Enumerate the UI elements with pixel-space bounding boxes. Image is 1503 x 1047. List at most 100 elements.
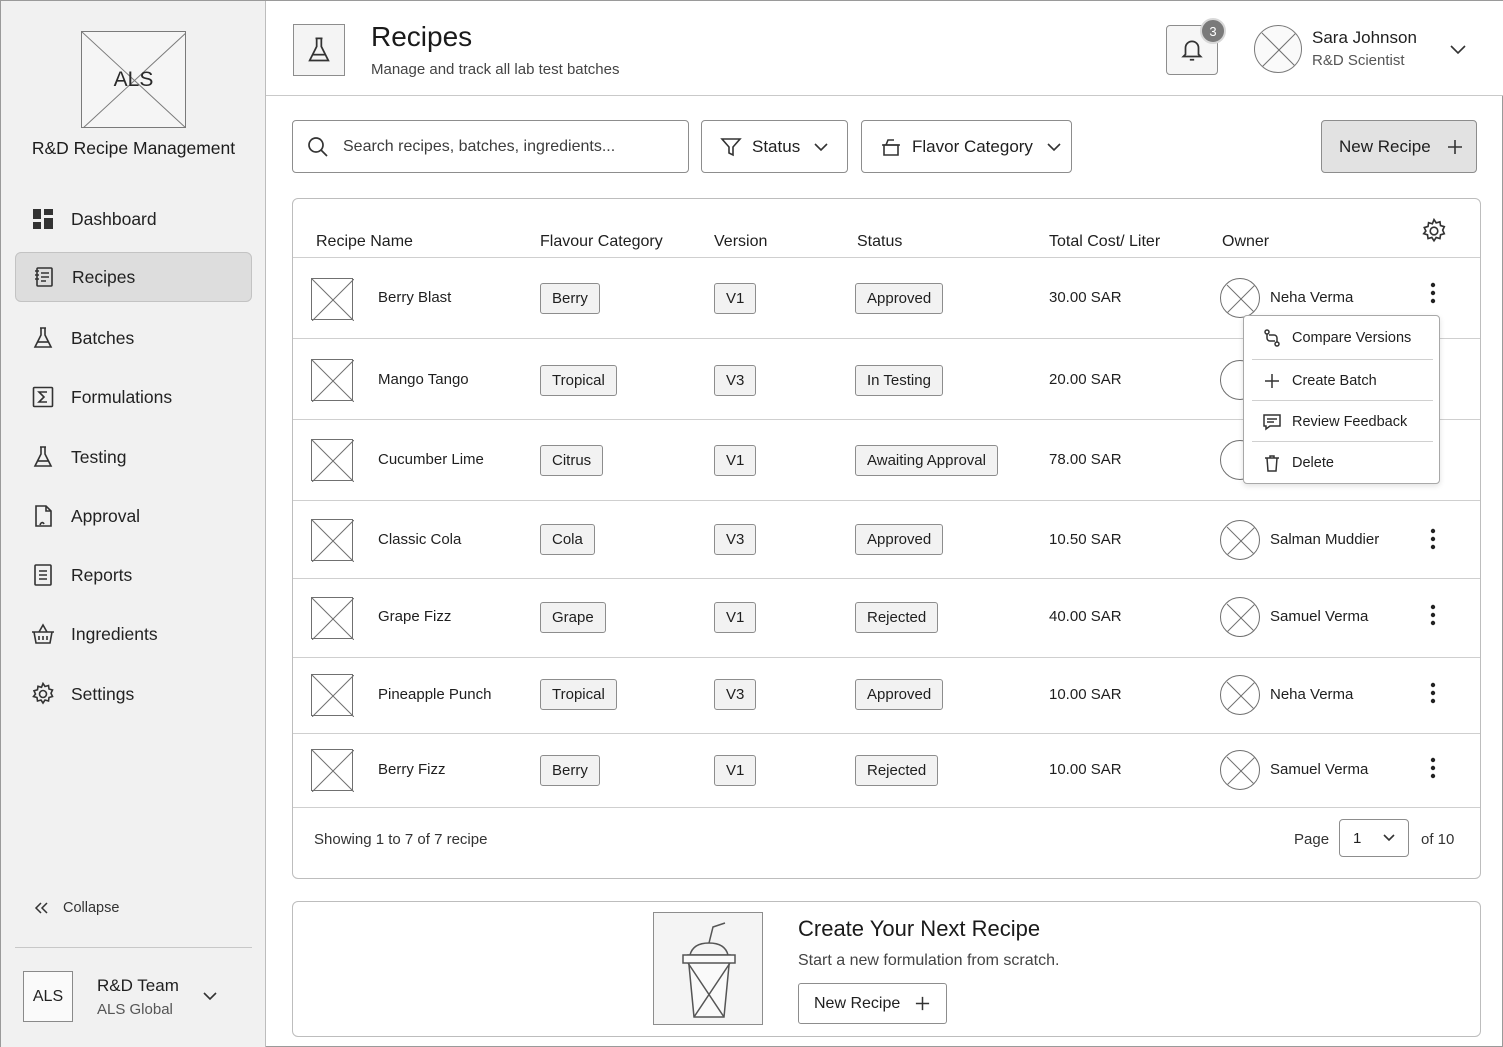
column-header-total-cost[interactable]: Total Cost/ Liter xyxy=(1049,233,1160,251)
menu-item-label: Compare Versions xyxy=(1292,330,1412,346)
avatar xyxy=(1220,278,1260,318)
menu-item-create-batch[interactable]: Create Batch xyxy=(1252,361,1433,401)
sidebar-item-reports[interactable]: Reports xyxy=(15,550,252,600)
page-label: Page xyxy=(1294,831,1330,848)
sidebar-item-label: Reports xyxy=(71,564,133,585)
new-recipe-button[interactable]: New Recipe xyxy=(1321,120,1477,173)
new-recipe-label: New Recipe xyxy=(1339,136,1431,156)
page-header: Recipes Manage and track all lab test ba… xyxy=(266,1,1503,96)
cost-value: 10.00 SAR xyxy=(1049,686,1122,703)
sidebar-item-testing[interactable]: Testing xyxy=(15,432,252,482)
recipe-thumbnail xyxy=(311,439,355,483)
menu-item-review-feedback[interactable]: Review Feedback xyxy=(1252,402,1433,442)
sidebar-item-dashboard[interactable]: Dashboard xyxy=(15,194,252,244)
recipe-name[interactable]: Berry Fizz xyxy=(378,761,446,778)
sidebar-item-approval[interactable]: Approval xyxy=(15,491,252,541)
sidebar-divider xyxy=(15,947,252,948)
kebab-menu-icon[interactable] xyxy=(1423,279,1443,307)
sidebar-item-formulations[interactable]: Formulations xyxy=(15,372,252,422)
kebab-menu-icon[interactable] xyxy=(1423,754,1443,782)
cost-value: 78.00 SAR xyxy=(1049,451,1122,468)
column-header-status[interactable]: Status xyxy=(857,233,902,251)
dashboard-icon xyxy=(31,207,55,231)
sidebar-item-label: Ingredients xyxy=(71,623,158,644)
page-subtitle: Manage and track all lab test batches xyxy=(371,61,620,78)
status-badge: Rejected xyxy=(855,602,939,633)
page-title: Recipes xyxy=(371,21,473,52)
chevron-down-icon[interactable] xyxy=(1448,39,1468,59)
sidebar-item-label: Formulations xyxy=(71,386,173,407)
gear-icon xyxy=(31,682,55,706)
version-tag: V1 xyxy=(714,602,757,633)
collapse-button[interactable]: Collapse xyxy=(31,897,119,919)
category-tag: Berry xyxy=(540,283,600,314)
flask-icon xyxy=(31,326,55,350)
column-header-recipe-name[interactable]: Recipe Name xyxy=(316,233,413,251)
sidebar-item-label: Settings xyxy=(71,683,135,704)
team-switcher[interactable]: ALS R&D Team ALS Global xyxy=(23,971,253,1023)
compare-icon xyxy=(1264,329,1280,347)
cost-value: 20.00 SAR xyxy=(1049,371,1122,388)
recipe-name[interactable]: Pineapple Punch xyxy=(378,686,491,703)
column-header-version[interactable]: Version xyxy=(714,233,767,251)
column-header-flavour-category[interactable]: Flavour Category xyxy=(540,233,663,251)
sidebar-item-ingredients[interactable]: Ingredients xyxy=(15,609,252,659)
app-name: R&D Recipe Management xyxy=(31,138,236,158)
sidebar-item-recipes[interactable]: Recipes xyxy=(15,252,252,302)
team-name: R&D Team xyxy=(97,976,179,995)
notification-badge: 3 xyxy=(1200,18,1226,44)
cost-value: 40.00 SAR xyxy=(1049,608,1122,625)
table-row[interactable]: Berry Fizz Berry V1 Rejected 10.00 SAR S… xyxy=(293,734,1480,808)
page-select[interactable]: 1 xyxy=(1339,819,1409,857)
document-check-icon xyxy=(31,504,55,528)
recipes-table: Recipe Name Flavour Category Version Sta… xyxy=(292,198,1481,879)
row-divider xyxy=(293,807,1480,808)
recipe-name[interactable]: Mango Tango xyxy=(378,371,469,388)
menu-item-label: Delete xyxy=(1292,455,1334,471)
chevron-down-icon xyxy=(814,142,828,151)
recipe-name[interactable]: Grape Fizz xyxy=(378,608,451,625)
avatar[interactable] xyxy=(1254,25,1302,73)
version-tag: V3 xyxy=(714,365,757,396)
status-filter-dropdown[interactable]: Status xyxy=(701,120,848,173)
comment-icon xyxy=(1263,414,1281,431)
sidebar-item-label: Dashboard xyxy=(71,208,157,229)
menu-item-delete[interactable]: Delete xyxy=(1252,443,1433,483)
search-icon xyxy=(308,136,328,157)
table-row[interactable]: Classic Cola Cola V3 Approved 10.50 SAR … xyxy=(293,501,1480,578)
sidebar-item-settings[interactable]: Settings xyxy=(15,669,252,719)
table-row[interactable]: Pineapple Punch Tropical V3 Approved 10.… xyxy=(293,658,1480,733)
category-tag: Berry xyxy=(540,755,600,786)
version-tag: V1 xyxy=(714,445,757,476)
table-row[interactable]: Grape Fizz Grape V1 Rejected 40.00 SAR S… xyxy=(293,579,1480,657)
sidebar-item-label: Batches xyxy=(71,327,135,348)
avatar xyxy=(1220,675,1260,715)
column-header-owner[interactable]: Owner xyxy=(1222,233,1269,251)
sidebar: ALS R&D Recipe Management Dashboard Reci… xyxy=(1,1,266,1047)
cost-value: 10.50 SAR xyxy=(1049,531,1122,548)
owner-name: Salman Muddier xyxy=(1270,531,1380,548)
company-logo: ALS xyxy=(81,31,186,128)
gear-icon[interactable] xyxy=(1421,218,1447,244)
flavor-category-dropdown[interactable]: Flavor Category xyxy=(861,120,1072,173)
drink-cup-icon xyxy=(653,912,763,1025)
kebab-menu-icon[interactable] xyxy=(1423,679,1443,707)
logo-text: ALS xyxy=(113,68,154,91)
recipe-name[interactable]: Classic Cola xyxy=(378,531,461,548)
recipe-name[interactable]: Cucumber Lime xyxy=(378,451,484,468)
search-input[interactable] xyxy=(343,137,673,156)
kebab-menu-icon[interactable] xyxy=(1423,601,1443,629)
sidebar-item-batches[interactable]: Batches xyxy=(15,313,252,363)
chevron-down-icon xyxy=(1047,142,1061,151)
bell-icon xyxy=(1181,40,1203,61)
kebab-menu-icon[interactable] xyxy=(1423,525,1443,553)
search-box[interactable] xyxy=(292,120,689,173)
recipe-name[interactable]: Berry Blast xyxy=(378,289,451,306)
recipe-book-icon xyxy=(32,265,56,289)
menu-item-compare-versions[interactable]: Compare Versions xyxy=(1252,318,1433,358)
status-badge: Awaiting Approval xyxy=(855,445,998,476)
promo-new-recipe-button[interactable]: New Recipe xyxy=(798,983,947,1024)
menu-item-label: Review Feedback xyxy=(1292,414,1408,430)
avatar xyxy=(1220,750,1260,790)
recipe-thumbnail xyxy=(311,749,355,793)
